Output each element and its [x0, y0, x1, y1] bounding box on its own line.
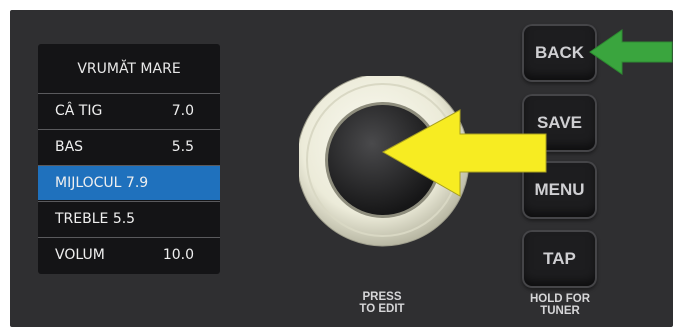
param-value: 10.0	[162, 247, 194, 263]
tap-caption-line1: HOLD FOR	[529, 293, 591, 305]
param-value: 5.5	[171, 139, 194, 155]
tap-caption-line2: TUNER	[540, 305, 580, 317]
param-label: TREBLE 5.5	[55, 211, 136, 227]
param-row-gain[interactable]: CÂ TIG 7.0	[38, 94, 220, 128]
tap-button[interactable]: TAP	[522, 230, 597, 288]
param-row-bass[interactable]: BAS 5.5	[38, 130, 220, 164]
knob-caption: PRESS TO EDIT	[352, 291, 412, 315]
param-value: 7.0	[171, 103, 194, 119]
param-row-volume[interactable]: VOLUM 10.0	[38, 238, 220, 272]
param-label: CÂ TIG	[55, 103, 103, 119]
tap-caption: HOLD FOR TUNER	[515, 293, 605, 317]
param-row-treble[interactable]: TREBLE 5.5	[38, 202, 220, 236]
back-button-label: BACK	[534, 43, 585, 62]
knob-caption-line1: PRESS	[362, 291, 402, 303]
preset-title: VRUMĂT MARE	[77, 60, 181, 77]
yellow-arrow-icon	[381, 109, 547, 197]
param-row-middle[interactable]: MIJLOCUL 7.9	[38, 166, 220, 200]
tap-button-label: TAP	[543, 249, 576, 268]
back-button[interactable]: BACK	[522, 24, 597, 82]
green-arrow-icon	[589, 29, 673, 75]
knob-caption-line2: TO EDIT	[359, 303, 405, 315]
param-label: MIJLOCUL 7.9	[55, 175, 149, 191]
lcd-display: VRUMĂT MARE CÂ TIG 7.0 BAS 5.5 MIJLOCUL …	[38, 44, 220, 274]
param-label: VOLUM	[55, 247, 105, 263]
param-label: BAS	[55, 139, 84, 155]
